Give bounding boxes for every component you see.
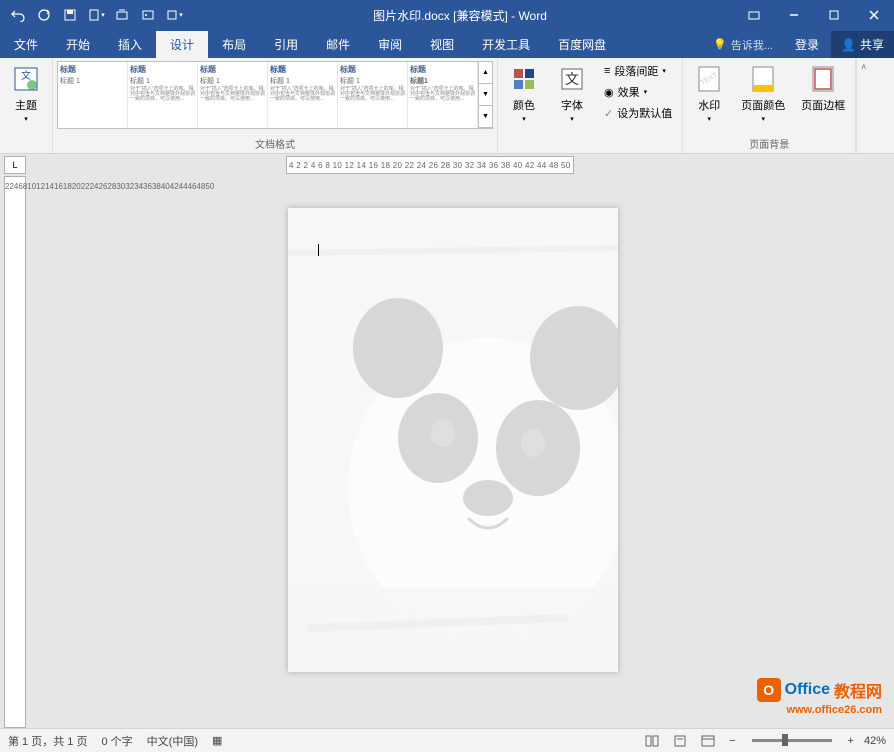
page[interactable] bbox=[288, 208, 618, 672]
tab-review[interactable]: 审阅 bbox=[364, 31, 416, 58]
quick-access-toolbar: ▾ ▾ bbox=[0, 3, 186, 27]
gallery-scroll: ▲ ▼ ▼ bbox=[478, 62, 492, 128]
status-bar: 第 1 页，共 1 页 0 个字 中文(中国) ▦ − + 42% bbox=[0, 728, 894, 752]
effects-button[interactable]: ◉效果▾ bbox=[598, 82, 678, 102]
tab-layout[interactable]: 布局 bbox=[208, 31, 260, 58]
window-title: 图片水印.docx [兼容模式] - Word bbox=[186, 7, 734, 24]
tab-home[interactable]: 开始 bbox=[52, 31, 104, 58]
tell-me-search[interactable]: 💡告诉我... bbox=[703, 32, 783, 58]
style-item[interactable]: 标题 标题 1 对于"插入"选项卡上的库。相对中包含与文档整体外观协调一致的项目… bbox=[268, 62, 338, 128]
minimize-button[interactable] bbox=[774, 0, 814, 30]
tab-design[interactable]: 设计 bbox=[156, 31, 208, 58]
qat-icon-5[interactable] bbox=[110, 3, 134, 27]
qat-icon-6[interactable] bbox=[136, 3, 160, 27]
vertical-ruler[interactable]: 2246810121416182022242628303234363840424… bbox=[4, 176, 26, 728]
fonts-icon: 文 bbox=[556, 63, 588, 95]
gallery-up-button[interactable]: ▲ bbox=[479, 62, 492, 84]
fonts-button[interactable]: 文 字体 ▾ bbox=[550, 61, 594, 125]
tab-insert[interactable]: 插入 bbox=[104, 31, 156, 58]
style-item[interactable]: 标题 标题 1 bbox=[58, 62, 128, 128]
ruler-corner[interactable]: L bbox=[4, 156, 26, 174]
page-borders-icon bbox=[807, 63, 839, 95]
check-icon: ✓ bbox=[604, 107, 613, 120]
page-color-icon bbox=[747, 63, 779, 95]
effects-icon: ◉ bbox=[604, 86, 614, 99]
maximize-button[interactable] bbox=[814, 0, 854, 30]
title-bar: ▾ ▾ 图片水印.docx [兼容模式] - Word bbox=[0, 0, 894, 30]
document-area: 2246810121416182022242628303234363840424… bbox=[0, 176, 894, 728]
zoom-level[interactable]: 42% bbox=[864, 735, 886, 747]
collapse-ribbon-button[interactable]: ˄ bbox=[856, 58, 870, 153]
tab-file[interactable]: 文件 bbox=[0, 31, 52, 58]
zoom-slider[interactable] bbox=[752, 739, 832, 742]
macro-icon[interactable]: ▦ bbox=[212, 734, 222, 747]
web-layout-button[interactable] bbox=[697, 732, 719, 750]
style-gallery[interactable]: 标题 标题 1 标题 标题 1 对于"插入"选项卡上的库。相对中包含与文档整体外… bbox=[57, 61, 493, 129]
redo-button[interactable] bbox=[32, 3, 56, 27]
style-item[interactable]: 标题 标题 1 对于"插入"选项卡上的库。相对中包含与文档整体外观协调一致的项目… bbox=[198, 62, 268, 128]
page-background-group: TEXT 水印 ▾ 页面颜色 ▾ 页面边框 页面背景 bbox=[683, 58, 856, 153]
svg-text:文: 文 bbox=[565, 71, 579, 87]
undo-button[interactable] bbox=[6, 3, 30, 27]
close-button[interactable] bbox=[854, 0, 894, 30]
share-button[interactable]: 👤共享 bbox=[831, 31, 894, 58]
page-borders-button[interactable]: 页面边框 bbox=[795, 61, 851, 115]
tab-view[interactable]: 视图 bbox=[416, 31, 468, 58]
watermark-icon: TEXT bbox=[693, 63, 725, 95]
colors-button[interactable]: 颜色 ▾ bbox=[502, 61, 546, 125]
format-options-group: 颜色 ▾ 文 字体 ▾ ≡段落间距▾ ◉效果▾ ✓设为默认值 bbox=[498, 58, 683, 153]
ribbon-display-button[interactable] bbox=[734, 0, 774, 30]
spacing-icon: ≡ bbox=[604, 65, 610, 77]
set-default-button[interactable]: ✓设为默认值 bbox=[598, 103, 678, 123]
style-item[interactable]: 标题 标题 1 对于"插入"选项卡上的库。相对中包含与文档整体外观协调一致的项目… bbox=[128, 62, 198, 128]
svg-text:文: 文 bbox=[21, 69, 31, 82]
gallery-down-button[interactable]: ▼ bbox=[479, 84, 492, 106]
qat-icon-7[interactable]: ▾ bbox=[162, 3, 186, 27]
ribbon-tabs: 文件 开始 插入 设计 布局 引用 邮件 审阅 视图 开发工具 百度网盘 💡告诉… bbox=[0, 30, 894, 58]
login-button[interactable]: 登录 bbox=[783, 31, 831, 58]
language-indicator[interactable]: 中文(中国) bbox=[147, 733, 198, 749]
tab-mailings[interactable]: 邮件 bbox=[312, 31, 364, 58]
tab-developer[interactable]: 开发工具 bbox=[468, 31, 544, 58]
tab-references[interactable]: 引用 bbox=[260, 31, 312, 58]
themes-group: 文 主题 ▾ bbox=[0, 58, 53, 153]
page-indicator[interactable]: 第 1 页，共 1 页 bbox=[8, 733, 87, 749]
document-canvas[interactable] bbox=[30, 176, 894, 728]
read-mode-button[interactable] bbox=[641, 732, 663, 750]
zoom-out-button[interactable]: − bbox=[725, 735, 739, 747]
horizontal-ruler[interactable]: 4 2 2 4 6 8 10 12 14 16 18 20 22 24 26 2… bbox=[286, 156, 574, 174]
word-count[interactable]: 0 个字 bbox=[101, 733, 132, 749]
dropdown-icon: ▾ bbox=[761, 115, 765, 123]
dropdown-icon: ▾ bbox=[707, 115, 711, 123]
person-icon: 👤 bbox=[841, 38, 856, 52]
new-doc-button[interactable]: ▾ bbox=[84, 3, 108, 27]
window-controls bbox=[734, 0, 894, 30]
ribbon: 文 主题 ▾ 标题 标题 1 标题 标题 1 对于"插入"选项卡上的库。相对中包… bbox=[0, 58, 894, 154]
colors-icon bbox=[508, 63, 540, 95]
dropdown-icon: ▾ bbox=[522, 115, 526, 123]
tab-baidu[interactable]: 百度网盘 bbox=[544, 31, 620, 58]
dropdown-icon: ▾ bbox=[24, 115, 28, 123]
logo-icon: O bbox=[757, 678, 781, 702]
zoom-in-button[interactable]: + bbox=[844, 735, 858, 747]
lightbulb-icon: 💡 bbox=[713, 38, 727, 51]
watermark-button[interactable]: TEXT 水印 ▾ bbox=[687, 61, 731, 125]
page-color-button[interactable]: 页面颜色 ▾ bbox=[735, 61, 791, 125]
style-item[interactable]: 标题 标题1 对于"插入"选项卡上的库。相对中包含与文档整体外观协调一致的项目。… bbox=[408, 62, 478, 128]
logo-overlay: O Office教程网 bbox=[757, 678, 882, 702]
paragraph-spacing-button[interactable]: ≡段落间距▾ bbox=[598, 61, 678, 81]
doc-format-group: 标题 标题 1 标题 标题 1 对于"插入"选项卡上的库。相对中包含与文档整体外… bbox=[53, 58, 498, 153]
save-button[interactable] bbox=[58, 3, 82, 27]
themes-icon: 文 bbox=[10, 63, 42, 95]
text-cursor bbox=[318, 244, 319, 256]
logo-url: www.office26.com bbox=[786, 704, 882, 716]
style-item[interactable]: 标题 标题 1 对于"插入"选项卡上的库。相对中包含与文档整体外观协调一致的项目… bbox=[338, 62, 408, 128]
ruler-area: L 4 2 2 4 6 8 10 12 14 16 18 20 22 24 26… bbox=[0, 154, 894, 176]
themes-button[interactable]: 文 主题 ▾ bbox=[4, 61, 48, 125]
print-layout-button[interactable] bbox=[669, 732, 691, 750]
gallery-more-button[interactable]: ▼ bbox=[479, 106, 492, 128]
dropdown-icon: ▾ bbox=[570, 115, 574, 123]
panda-watermark bbox=[288, 208, 618, 672]
